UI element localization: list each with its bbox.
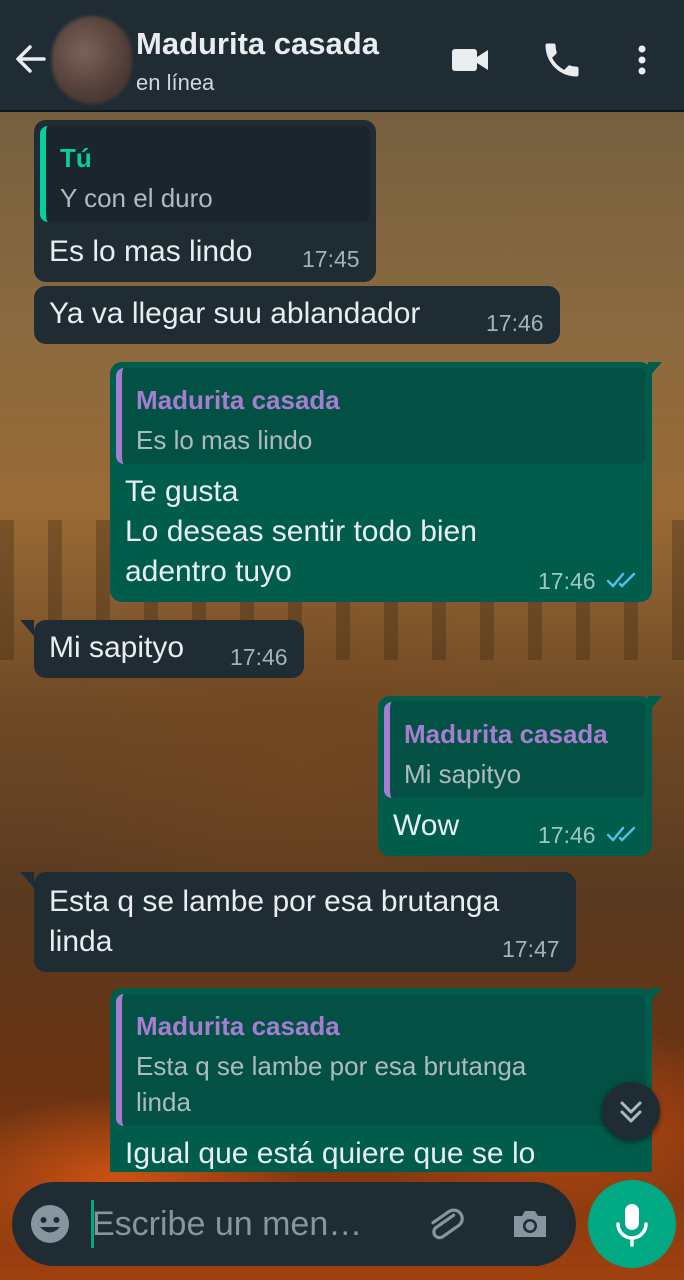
message-input[interactable] (92, 1200, 402, 1248)
message-text: Mi sapityo (49, 631, 185, 664)
emoji-icon (31, 1205, 69, 1243)
quoted-text: Mi sapityo (404, 759, 522, 789)
message-time: 17:46 (230, 644, 288, 670)
attach-button[interactable] (424, 1202, 468, 1246)
message-text: Igual que está quiere que se lo (125, 1137, 536, 1170)
message-text: Esta q se lambe por esa brutanga linda (49, 885, 500, 958)
message-incoming[interactable]: Ya va llegar suu ablandador 17:46 (34, 286, 560, 344)
scroll-to-bottom-button[interactable] (602, 1082, 660, 1140)
message-text: Wow (393, 809, 460, 842)
bubble-tail (20, 872, 34, 888)
message-time: 17:45 (302, 246, 360, 272)
chevron-double-down-icon (620, 1101, 642, 1123)
message-time: 17:46 (538, 568, 596, 594)
paperclip-icon (431, 1208, 464, 1240)
message-outgoing[interactable]: Madurita casada Esta q se lambe por esa … (110, 988, 652, 1172)
quoted-author: Madurita casada (136, 385, 340, 415)
back-button[interactable] (10, 38, 52, 80)
quoted-message[interactable]: Madurita casada Mi sapityo (384, 702, 646, 798)
message-time: 17:46 (486, 310, 544, 336)
read-receipt-icon (606, 826, 636, 842)
quoted-text: Y con el duro (60, 183, 213, 213)
contact-name[interactable]: Madurita casada (136, 26, 379, 62)
camera-icon (514, 1211, 546, 1237)
message-incoming[interactable]: Esta q se lambe por esa brutanga linda 1… (34, 872, 576, 972)
bubble-tail (20, 620, 34, 636)
message-incoming[interactable]: Tú Y con el duro Es lo mas lindo 17:45 (34, 120, 376, 282)
camera-button[interactable] (508, 1202, 552, 1246)
message-composer (12, 1182, 576, 1266)
message-text: Es lo mas lindo (49, 235, 253, 268)
message-text: Te gusta Lo deseas sentir todo bien aden… (125, 475, 477, 588)
quoted-author: Madurita casada (136, 1011, 340, 1041)
quoted-message[interactable]: Madurita casada Esta q se lambe por esa … (116, 994, 646, 1126)
contact-avatar[interactable] (52, 16, 132, 104)
message-time: 17:46 (538, 822, 596, 848)
more-options-button[interactable] (620, 38, 664, 82)
quoted-message[interactable]: Tú Y con el duro (40, 126, 370, 222)
read-receipt-icon (606, 572, 636, 588)
message-incoming[interactable]: Mi sapityo 17:46 (34, 620, 304, 678)
video-call-button[interactable] (448, 38, 492, 82)
chat-header: Madurita casada en línea (0, 0, 684, 112)
quoted-text: Es lo mas lindo (136, 425, 313, 455)
quoted-author: Madurita casada (404, 719, 608, 749)
more-vertical-icon (638, 45, 646, 75)
quoted-author: Tú (60, 143, 92, 173)
emoji-button[interactable] (28, 1202, 72, 1246)
back-arrow-icon (16, 45, 46, 73)
message-outgoing[interactable]: Madurita casada Es lo mas lindo Te gusta… (110, 362, 652, 602)
voice-message-button[interactable] (588, 1180, 676, 1268)
quoted-message[interactable]: Madurita casada Es lo mas lindo (116, 368, 646, 464)
message-text: Ya va llegar suu ablandador (49, 297, 421, 330)
video-call-icon (452, 49, 488, 71)
message-outgoing[interactable]: Madurita casada Mi sapityo Wow 17:46 (378, 696, 652, 856)
phone-icon (545, 43, 579, 77)
message-time: 17:47 (502, 936, 560, 962)
contact-status: en línea (136, 70, 215, 95)
voice-call-button[interactable] (540, 38, 584, 82)
quoted-text: Esta q se lambe por esa brutanga linda (136, 1051, 527, 1117)
microphone-icon (616, 1204, 648, 1247)
